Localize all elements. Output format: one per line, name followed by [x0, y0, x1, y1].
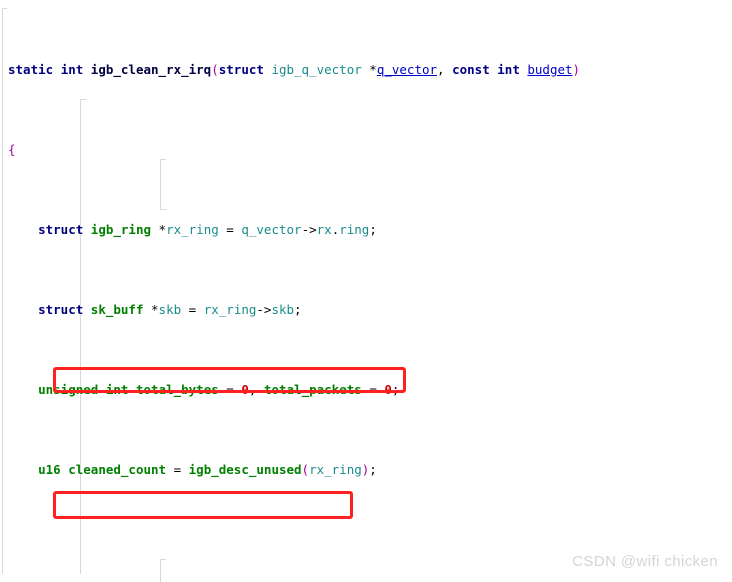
code-screenshot: static int igb_clean_rx_irq(struct igb_q… — [0, 0, 732, 582]
code-line: unsigned int total_bytes = 0, total_pack… — [38, 382, 400, 397]
code-line: u16 cleaned_count = igb_desc_unused(rx_r… — [38, 462, 377, 477]
code-line: static int igb_clean_rx_irq(struct igb_q… — [8, 62, 581, 77]
watermark: CSDN @wifi chicken — [572, 553, 718, 570]
code-editor-content[interactable]: static int igb_clean_rx_irq(struct igb_q… — [0, 0, 732, 582]
code-line: struct sk_buff *skb = rx_ring->skb; — [38, 302, 302, 317]
code-line: { — [8, 142, 16, 157]
code-line: struct igb_ring *rx_ring = q_vector->rx.… — [38, 222, 377, 237]
